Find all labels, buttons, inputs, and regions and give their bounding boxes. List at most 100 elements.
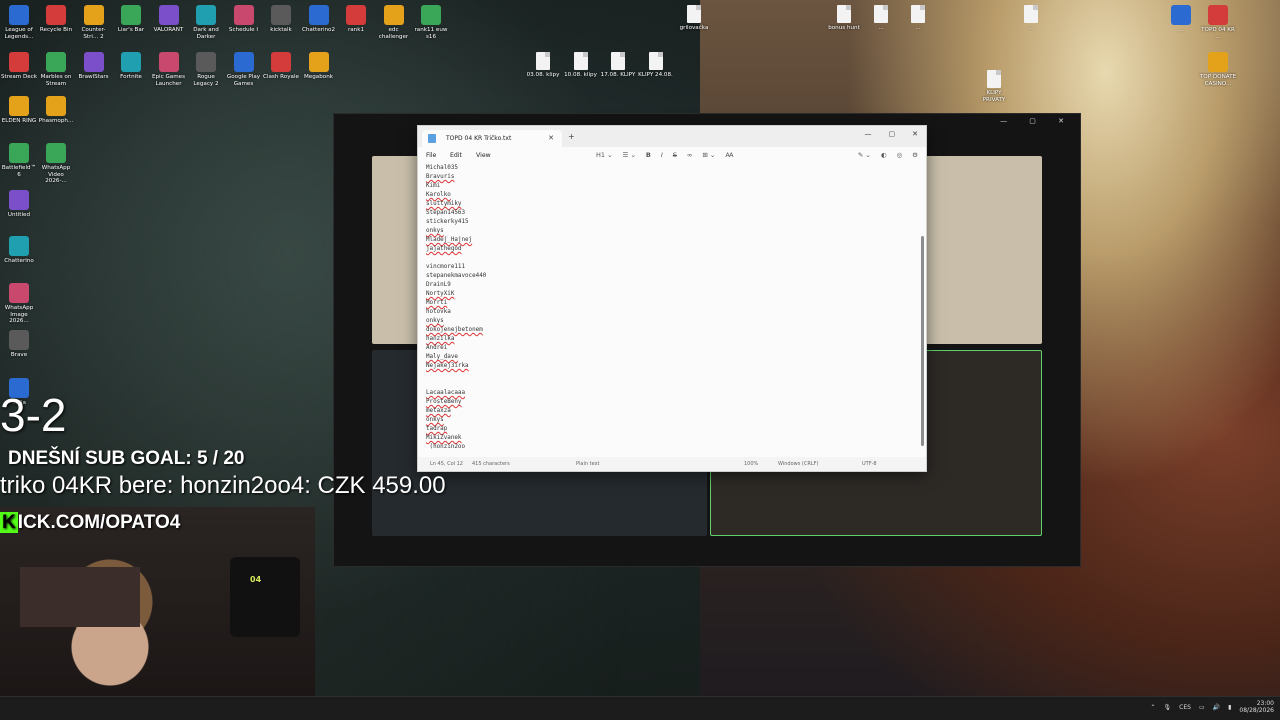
network-icon[interactable]: ▭ <box>1199 704 1205 711</box>
battery-icon[interactable]: ▮ <box>1228 704 1231 711</box>
desktop-icon[interactable]: WhatsApp Image 2026... <box>0 283 38 325</box>
close-icon[interactable]: ✕ <box>912 130 918 138</box>
tab-close-icon[interactable]: ✕ <box>548 134 554 142</box>
desktop-icon[interactable]: Counter-Stri... 2 <box>75 5 113 40</box>
desktop-icon[interactable]: Brave <box>0 330 38 359</box>
desktop-icon[interactable]: kicktalk <box>262 5 300 34</box>
window-controls[interactable]: — ▢ ✕ <box>1000 117 1074 125</box>
donation-overlay: triko 04KR bere: honzin2oo4: CZK 459.00 <box>0 472 446 499</box>
clock[interactable]: 23:00 08/28/2026 <box>1239 700 1274 714</box>
desktop-icon[interactable]: 17.08. KLIPY <box>599 52 637 79</box>
desktop-icon[interactable]: ... <box>862 5 900 32</box>
notepad-file-icon <box>428 134 436 143</box>
desktop-icon[interactable]: rank1 <box>337 5 375 34</box>
desktop-icon[interactable]: Chatterino2 <box>300 5 338 34</box>
mic-icon[interactable]: 🎙 <box>1164 704 1172 711</box>
desktop-icon-label: 10.08. klipy <box>564 72 597 78</box>
text-line-content: hotovka <box>426 309 451 315</box>
desktop-icon[interactable]: League of Legends... <box>0 5 38 40</box>
desktop-icon[interactable]: Dark and Darker <box>187 5 225 40</box>
desktop-icon[interactable]: ... <box>899 5 937 32</box>
volume-icon[interactable]: 🔊 <box>1213 704 1220 711</box>
desktop-icon[interactable]: Rogue Legacy 2 <box>187 52 225 87</box>
desktop-icon[interactable]: TOPD 04 KR ... <box>1199 5 1237 40</box>
desktop-icon[interactable]: ELDEN RING <box>0 96 38 125</box>
desktop-icon[interactable]: rank11 euw s16 <box>412 5 450 40</box>
tray-chevron-icon[interactable]: ⌃ <box>1150 704 1155 711</box>
desktop-icon[interactable]: Untitled <box>0 190 38 219</box>
desktop-icon[interactable]: KLIPY PRIVATY <box>975 70 1013 103</box>
italic-icon[interactable]: I <box>661 151 663 159</box>
desktop-icon[interactable]: Stream Deck <box>0 52 38 81</box>
desktop-icon[interactable]: bonus hunt <box>825 5 863 32</box>
app-icon <box>9 52 29 72</box>
app-icon <box>308 52 329 72</box>
desktop-icon[interactable]: VALORANT <box>150 5 188 34</box>
desktop-icon[interactable]: edc challenger <box>375 5 413 40</box>
notepad-scrollbar[interactable] <box>921 236 924 446</box>
desktop-icon[interactable]: KLIPY 24.08. <box>637 52 675 79</box>
app-icon <box>46 96 66 116</box>
desktop-icon[interactable]: Google Play Games <box>225 52 263 87</box>
desktop-icon-label: Chatterino <box>4 258 34 264</box>
desktop-icon[interactable]: Liar's Bar <box>112 5 150 34</box>
menu-edit[interactable]: Edit <box>450 152 462 159</box>
desktop-icon[interactable]: 03.08. klipy <box>524 52 562 79</box>
desktop-icon[interactable]: Epic Games Launcher <box>150 52 188 87</box>
markdown-icon[interactable]: ◐ <box>881 151 887 159</box>
desktop-icon[interactable]: 10.08. klipy <box>562 52 600 79</box>
desktop-icon[interactable]: ... <box>1162 5 1200 34</box>
copilot-icon[interactable]: ✎ ⌄ <box>858 151 871 159</box>
desktop-icon-label: rank1 <box>347 27 365 33</box>
notepad-tab[interactable]: TOPD 04 KR Tričko.txt ✕ <box>422 130 562 147</box>
new-tab-plus-icon[interactable]: + <box>568 132 575 141</box>
table-icon[interactable]: ⊞ ⌄ <box>702 151 715 159</box>
status-format[interactable]: Plain text <box>576 461 599 467</box>
text-line: Morrti <box>426 299 486 308</box>
desktop-icon[interactable]: grilovačka <box>675 5 713 32</box>
desktop-icon[interactable]: TOP DONATE CASINO... <box>1199 52 1237 87</box>
text-line: vincmore111 <box>426 263 486 272</box>
menu-file[interactable]: File <box>426 152 436 159</box>
status-encoding[interactable]: UTF-8 <box>862 461 877 467</box>
text-line: Maly_dave <box>426 353 486 362</box>
desktop-icon[interactable]: Megabonk <box>300 52 338 81</box>
clear-format-icon[interactable]: Ꜳ <box>725 151 733 159</box>
notepad-titlebar[interactable]: TOPD 04 KR Tričko.txt ✕ + — ▢ ✕ <box>418 126 926 147</box>
desktop-icon-label: KLIPY 24.08. <box>638 72 673 78</box>
desktop-icon[interactable]: ... <box>1012 5 1050 32</box>
desktop-icon[interactable]: Chatterino <box>0 236 38 265</box>
status-eol[interactable]: Windows (CRLF) <box>778 461 818 467</box>
desktop-icon[interactable]: Marbles on Stream <box>37 52 75 87</box>
account-icon[interactable]: ◎ <box>897 151 903 159</box>
list-icon[interactable]: ☰ ⌄ <box>623 151 636 159</box>
text-line-content: Lacaalacaaa <box>426 390 466 396</box>
maximize-icon[interactable]: ▢ <box>889 130 896 138</box>
language-indicator[interactable]: CES <box>1179 704 1191 711</box>
score-overlay: 3-2 <box>0 389 67 441</box>
desktop-icon[interactable]: Schedule I <box>225 5 263 34</box>
link-icon[interactable]: ∞ <box>687 151 692 159</box>
status-zoom[interactable]: 100% <box>744 461 758 467</box>
menu-view[interactable]: View <box>476 152 491 159</box>
notepad-text-area[interactable]: Michal035 Bravuris Kimi Karolko sluttymiky St… <box>426 164 486 452</box>
strikethrough-icon[interactable]: S <box>673 151 677 159</box>
desktop-icon[interactable]: Fortnite <box>112 52 150 81</box>
bold-icon[interactable]: B <box>646 151 651 159</box>
heading-dropdown[interactable]: H1 ⌄ <box>596 151 613 159</box>
minimize-icon[interactable]: — <box>865 130 872 138</box>
desktop-icon[interactable]: Clash Royale <box>262 52 300 81</box>
desktop-icon[interactable]: Recycle Bin <box>37 5 75 34</box>
desktop-icon[interactable]: BrawlStars <box>75 52 113 81</box>
text-line: NortyXiK <box>426 290 486 299</box>
text-line: Kimi <box>426 182 486 191</box>
app-icon <box>383 5 404 25</box>
status-chars: 415 characters <box>472 461 510 467</box>
desktop-icon-label: Untitled <box>7 212 31 218</box>
notepad-window[interactable]: TOPD 04 KR Tričko.txt ✕ + — ▢ ✕ File Edi… <box>417 125 927 472</box>
settings-gear-icon[interactable]: ⚙ <box>912 151 918 159</box>
desktop-icon[interactable]: Phasmoph... <box>37 96 75 125</box>
desktop-icon[interactable]: Battlefield™ 6 <box>0 143 38 178</box>
text-line-content: Karolko <box>426 192 451 198</box>
desktop-icon[interactable]: WhatsApp Video 2026-... <box>37 143 75 185</box>
